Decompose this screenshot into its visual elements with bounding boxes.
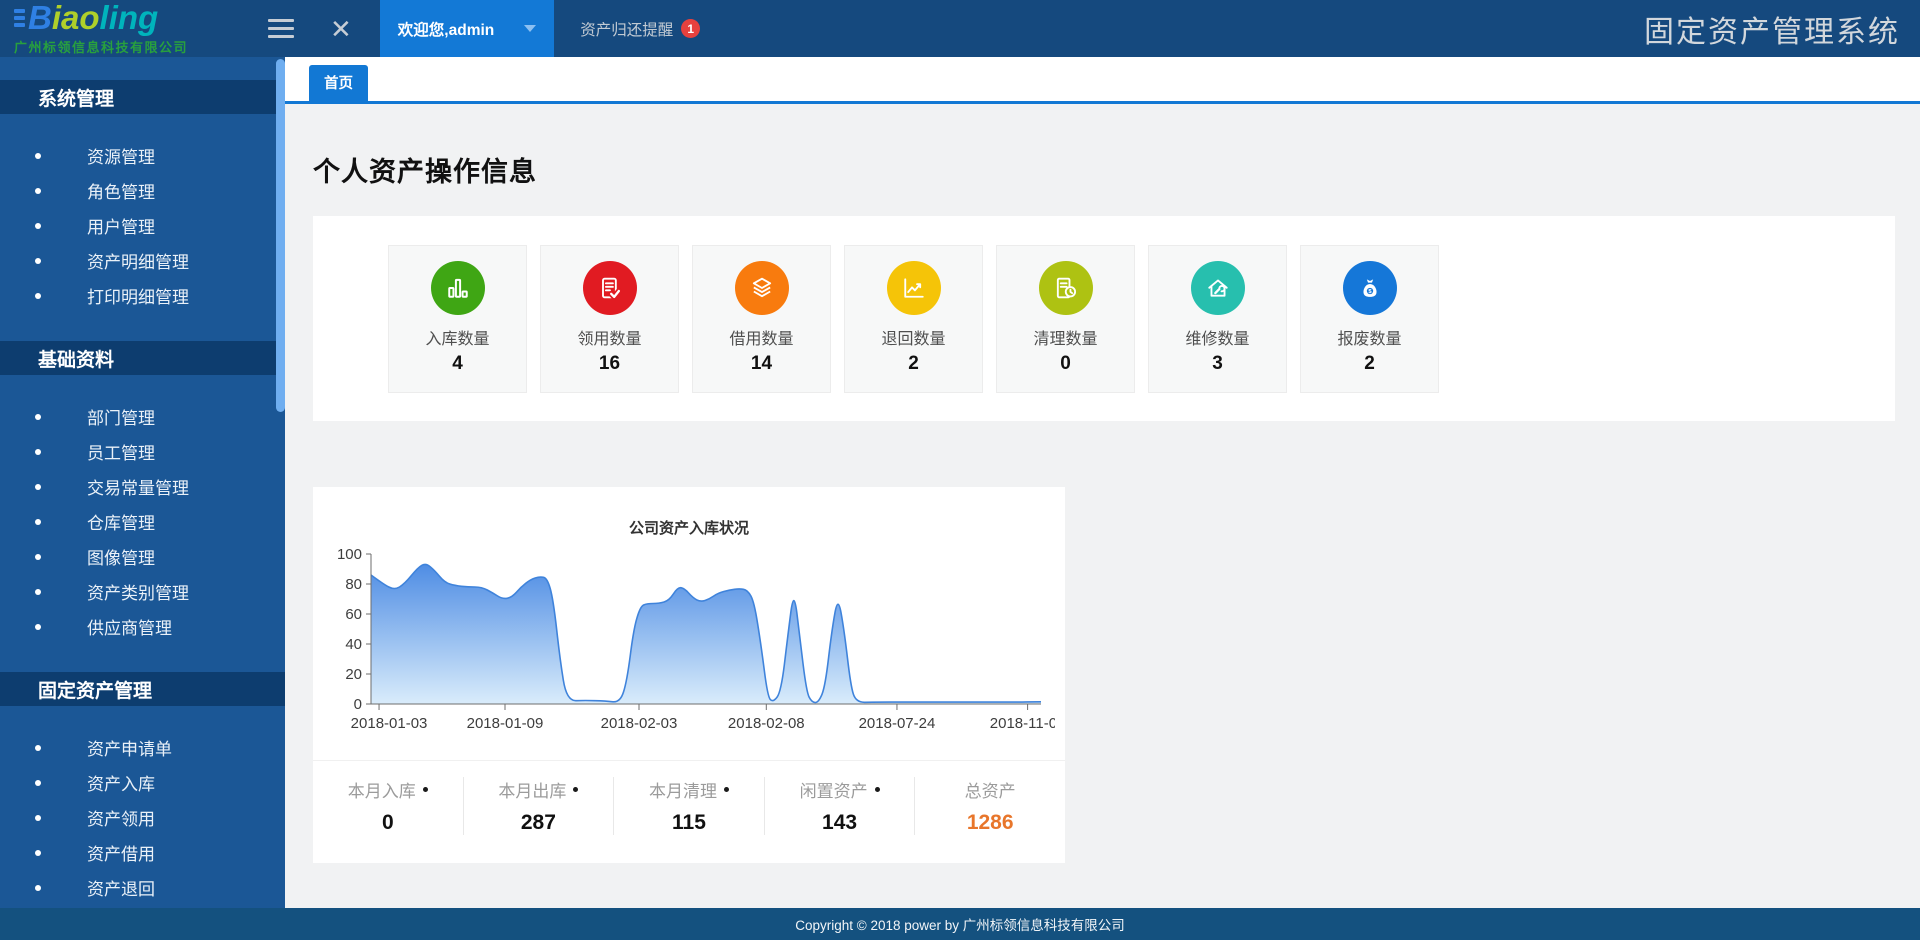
stat-card-inbound: 入库数量 4 xyxy=(388,245,527,393)
summary-idle-assets: 闲置资产 143 xyxy=(764,777,915,835)
trend-chart-icon xyxy=(887,261,941,315)
bullet-icon xyxy=(35,153,41,159)
sidebar-item-image-mgmt[interactable]: 图像管理 xyxy=(0,539,285,574)
dot-icon xyxy=(423,787,428,792)
svg-text:2018-02-03: 2018-02-03 xyxy=(601,715,678,732)
asset-intake-chart: 0 20 40 60 80 100 2018-01-03 2018-01-09 2018-02-… xyxy=(325,546,1055,741)
bullet-icon xyxy=(35,188,41,194)
hamburger-menu-icon[interactable] xyxy=(268,19,294,38)
bullet-icon xyxy=(35,519,41,525)
user-menu-button[interactable]: 欢迎您,admin xyxy=(380,0,554,57)
document-check-icon xyxy=(583,261,637,315)
svg-text:100: 100 xyxy=(337,546,362,563)
summary-month-inbound: 本月入库 0 xyxy=(313,777,463,835)
home-wrench-icon xyxy=(1191,261,1245,315)
stat-cards-panel: 入库数量 4 领用数量 1 xyxy=(313,216,1895,421)
svg-text:2018-02-08: 2018-02-08 xyxy=(728,715,805,732)
tab-bar: 首页 xyxy=(285,57,1920,104)
chevron-down-icon xyxy=(524,25,536,32)
svg-text:60: 60 xyxy=(345,606,362,623)
sidebar-item-asset-category-mgmt[interactable]: 资产类别管理 xyxy=(0,574,285,609)
stat-card-repair: 维修数量 3 xyxy=(1148,245,1287,393)
svg-text:0: 0 xyxy=(354,696,362,713)
sidebar: 系统管理 资源管理 角色管理 用户管理 资产明细管理 打印明细管理 基础资料 部… xyxy=(0,57,285,908)
footer: Copyright © 2018 power by 广州标领信息科技有限公司 xyxy=(0,908,1920,940)
dot-icon xyxy=(573,787,578,792)
stat-card-borrow: 借用数量 14 xyxy=(692,245,831,393)
sidebar-item-employee-mgmt[interactable]: 员工管理 xyxy=(0,434,285,469)
welcome-label: 欢迎您,admin xyxy=(398,18,494,40)
stat-card-return: 退回数量 2 xyxy=(844,245,983,393)
bullet-icon xyxy=(35,780,41,786)
sidebar-item-role-mgmt[interactable]: 角色管理 xyxy=(0,173,285,208)
svg-text:2018-11-06: 2018-11-06 xyxy=(990,715,1055,732)
topbar: Biaoling 广州标领信息科技有限公司 ✕ 欢迎您,admin 资产归还提醒… xyxy=(0,0,1920,57)
bullet-icon xyxy=(35,885,41,891)
sidebar-item-trade-constant-mgmt[interactable]: 交易常量管理 xyxy=(0,469,285,504)
sidebar-item-user-mgmt[interactable]: 用户管理 xyxy=(0,208,285,243)
sidebar-item-asset-borrow[interactable]: 资产借用 xyxy=(0,835,285,870)
document-clock-icon xyxy=(1039,261,1093,315)
sidebar-item-resource-mgmt[interactable]: 资源管理 xyxy=(0,138,285,173)
summary-month-cleanup: 本月清理 115 xyxy=(613,777,764,835)
reminder-label: 资产归还提醒 xyxy=(580,18,673,40)
svg-text:80: 80 xyxy=(345,576,362,593)
asset-summary-row: 本月入库 0 本月出库 287 本月清理 115 闲置资产 143 xyxy=(313,760,1065,835)
page-title: 个人资产操作信息 xyxy=(313,150,1920,189)
copyright-text: Copyright © 2018 power by 广州标领信息科技有限公司 xyxy=(795,914,1125,934)
bullet-icon xyxy=(35,293,41,299)
app-title: 固定资产管理系统 xyxy=(1644,7,1900,51)
bullet-icon xyxy=(35,624,41,630)
layers-icon xyxy=(735,261,789,315)
bullet-icon xyxy=(35,554,41,560)
stat-card-scrap: $ 报废数量 2 xyxy=(1300,245,1439,393)
bullet-icon xyxy=(35,414,41,420)
summary-month-outbound: 本月出库 287 xyxy=(463,777,614,835)
dashboard-page: 个人资产操作信息 入库数量 4 xyxy=(285,104,1920,908)
svg-text:2018-01-09: 2018-01-09 xyxy=(467,715,544,732)
logo-text: Biaoling xyxy=(28,1,158,34)
sidebar-item-asset-return[interactable]: 资产退回 xyxy=(0,870,285,905)
svg-text:20: 20 xyxy=(345,666,362,683)
sidebar-section-basic-data[interactable]: 基础资料 xyxy=(0,341,285,375)
stat-card-cleanup: 清理数量 0 xyxy=(996,245,1135,393)
company-logo: Biaoling 广州标领信息科技有限公司 xyxy=(14,1,246,56)
bullet-icon xyxy=(35,589,41,595)
sidebar-item-print-detail-mgmt[interactable]: 打印明细管理 xyxy=(0,278,285,313)
sidebar-scrollbar[interactable] xyxy=(276,59,285,412)
bullet-icon xyxy=(35,484,41,490)
bullet-icon xyxy=(35,258,41,264)
dot-icon xyxy=(875,787,880,792)
sidebar-section-system[interactable]: 系统管理 xyxy=(0,80,285,114)
bar-chart-icon xyxy=(431,261,485,315)
bullet-icon xyxy=(35,815,41,821)
logo-dashes-icon xyxy=(14,9,25,27)
asset-intake-chart-card: 公司资产入库状况 0 20 40 60 80 100 2018-01-03 2018-01-0… xyxy=(313,487,1065,863)
bullet-icon xyxy=(35,850,41,856)
tab-home[interactable]: 首页 xyxy=(309,65,368,101)
svg-text:2018-01-03: 2018-01-03 xyxy=(351,715,428,732)
svg-text:2018-07-24: 2018-07-24 xyxy=(859,715,936,732)
summary-total-assets: 总资产 1286 xyxy=(914,777,1065,835)
dot-icon xyxy=(724,787,729,792)
chart-title: 公司资产入库状况 xyxy=(313,487,1065,538)
sidebar-item-asset-request[interactable]: 资产申请单 xyxy=(0,730,285,765)
notification-badge: 1 xyxy=(681,19,700,38)
sidebar-item-asset-inbound[interactable]: 资产入库 xyxy=(0,765,285,800)
sidebar-section-fixed-asset[interactable]: 固定资产管理 xyxy=(0,672,285,706)
sidebar-item-department-mgmt[interactable]: 部门管理 xyxy=(0,399,285,434)
sidebar-item-asset-detail-mgmt[interactable]: 资产明细管理 xyxy=(0,243,285,278)
logo-subtitle: 广州标领信息科技有限公司 xyxy=(14,37,246,56)
bullet-icon xyxy=(35,745,41,751)
sidebar-item-asset-requisition[interactable]: 资产领用 xyxy=(0,800,285,835)
money-bag-icon: $ xyxy=(1343,261,1397,315)
bullet-icon xyxy=(35,449,41,455)
svg-text:40: 40 xyxy=(345,636,362,653)
close-icon[interactable]: ✕ xyxy=(330,16,352,42)
bullet-icon xyxy=(35,223,41,229)
sidebar-item-supplier-mgmt[interactable]: 供应商管理 xyxy=(0,609,285,644)
asset-return-reminder[interactable]: 资产归还提醒 1 xyxy=(580,18,700,40)
sidebar-item-warehouse-mgmt[interactable]: 仓库管理 xyxy=(0,504,285,539)
stat-card-requisition: 领用数量 16 xyxy=(540,245,679,393)
